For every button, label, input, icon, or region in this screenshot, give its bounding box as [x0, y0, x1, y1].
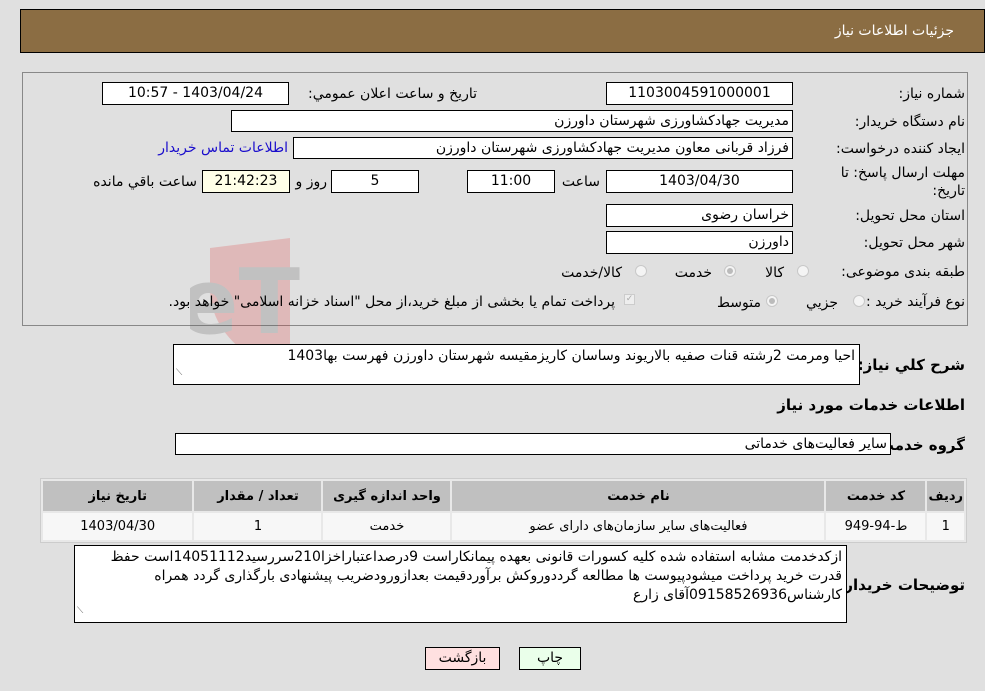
page-header: جزئیات اطلاعات نیاز [20, 9, 985, 53]
deadline-date-field: 1403/04/30 [606, 170, 793, 193]
col-header-row-number: ردیف [927, 481, 964, 511]
buyer-notes-textarea[interactable]: ازکدخدمت مشابه استفاده شده کلیه کسورات ق… [74, 545, 847, 623]
buyer-notes-line: کارشناس09158526936آقای زارع [632, 587, 842, 603]
announce-label: تاریخ و ساعت اعلان عمومي: [308, 86, 477, 102]
days-label: روز و [295, 174, 328, 190]
resize-grip-icon[interactable]: ⟋ [77, 602, 83, 621]
remaining-time-field: 21:42:23 [202, 170, 290, 193]
col-header-quantity: تعداد / مقدار [194, 481, 322, 511]
category-label: طبقه بندی موضوعی: [841, 264, 965, 280]
cell-unit: خدمت [323, 513, 451, 540]
city-field: داورزن [606, 231, 793, 254]
buyer-org-field: مدیریت جهادکشاورزی شهرستان داورزن [231, 110, 793, 132]
treasury-checkbox[interactable]: ✓ [624, 294, 635, 305]
days-remaining-field: 5 [331, 170, 419, 193]
process-radio-jozi[interactable] [853, 295, 865, 307]
treasury-note: پرداخت تمام یا بخشی از مبلغ خرید،از محل … [168, 294, 615, 310]
announce-datetime-field: 1403/04/24 - 10:57 [102, 82, 289, 105]
page-title: جزئیات اطلاعات نیاز [834, 23, 954, 39]
category-radio-kala-khedmat[interactable] [635, 265, 647, 277]
cell-need-date: 1403/04/30 [43, 513, 193, 540]
print-button[interactable]: چاپ [519, 647, 581, 670]
buyer-notes-line: ازکدخدمت مشابه استفاده شده کلیه کسورات ق… [110, 549, 842, 565]
services-section-title: اطلاعات خدمات مورد نیاز [777, 396, 965, 414]
need-number-field: 1103004591000001 [606, 82, 793, 105]
province-label: استان محل تحویل: [855, 208, 965, 224]
buyer-notes-label: توضیحات خریدار: [838, 576, 965, 594]
cell-quantity: 1 [194, 513, 322, 540]
deadline-label-line2: تاریخ: [932, 183, 965, 199]
col-header-unit: واحد اندازه گیری [323, 481, 451, 511]
col-header-need-date: تاریخ نیاز [43, 481, 193, 511]
category-option-khedmat: خدمت [674, 265, 712, 281]
cell-service-code: ط-94-949 [826, 513, 926, 540]
requester-field: فرزاد قربانی معاون مدیریت جهادکشاورزی شه… [293, 137, 793, 159]
province-field: خراسان رضوی [606, 204, 793, 227]
category-radio-khedmat[interactable] [724, 265, 736, 277]
category-radio-kala[interactable] [797, 265, 809, 277]
col-header-service-code: کد خدمت [826, 481, 926, 511]
resize-grip-icon[interactable]: ⟋ [176, 364, 182, 383]
city-label: شهر محل تحویل: [863, 235, 965, 251]
description-text: احیا ومرمت 2رشته قنات صفیه بالاریوند وسا… [287, 348, 855, 364]
deadline-time-label: ساعت [561, 174, 600, 190]
cell-service-name: فعالیت‌های سایر سازمان‌های دارای عضو [452, 513, 825, 540]
category-option-kala-khedmat: کالا/خدمت [561, 265, 622, 281]
requester-label: ایجاد کننده درخواست: [836, 141, 965, 157]
need-number-label: شماره نیاز: [898, 86, 966, 102]
buyer-org-label: نام دستگاه خریدار: [854, 114, 965, 130]
process-label: نوع فرآیند خرید : [866, 294, 965, 310]
process-option-jozi: جزيي [806, 295, 838, 311]
description-label: شرح کلي نیاز: [857, 356, 965, 374]
service-group-field: سایر فعالیت‌های خدماتی [175, 433, 891, 455]
col-header-service-name: نام خدمت [452, 481, 825, 511]
buyer-contact-link[interactable]: اطلاعات تماس خریدار [158, 140, 288, 156]
description-textarea[interactable]: احیا ومرمت 2رشته قنات صفیه بالاریوند وسا… [173, 344, 860, 385]
process-radio-motavaset[interactable] [766, 295, 778, 307]
process-option-motavaset: متوسط [717, 295, 761, 311]
table-row: 1 ط-94-949 فعالیت‌های سایر سازمان‌های دا… [43, 513, 964, 540]
services-table: ردیف کد خدمت نام خدمت واحد اندازه گیری ت… [40, 478, 967, 543]
category-option-kala: کالا [765, 265, 784, 281]
deadline-label: مهلت ارسال پاسخ: تا [840, 165, 965, 181]
deadline-time-field: 11:00 [467, 170, 555, 193]
table-header-row: ردیف کد خدمت نام خدمت واحد اندازه گیری ت… [43, 481, 964, 511]
buyer-notes-line: قدرت خرید پرداخت میشودپیوست ها مطالعه گر… [154, 568, 842, 584]
cell-row-number: 1 [927, 513, 964, 540]
remaining-label: ساعت باقي مانده [93, 174, 197, 190]
back-button[interactable]: بازگشت [425, 647, 500, 670]
